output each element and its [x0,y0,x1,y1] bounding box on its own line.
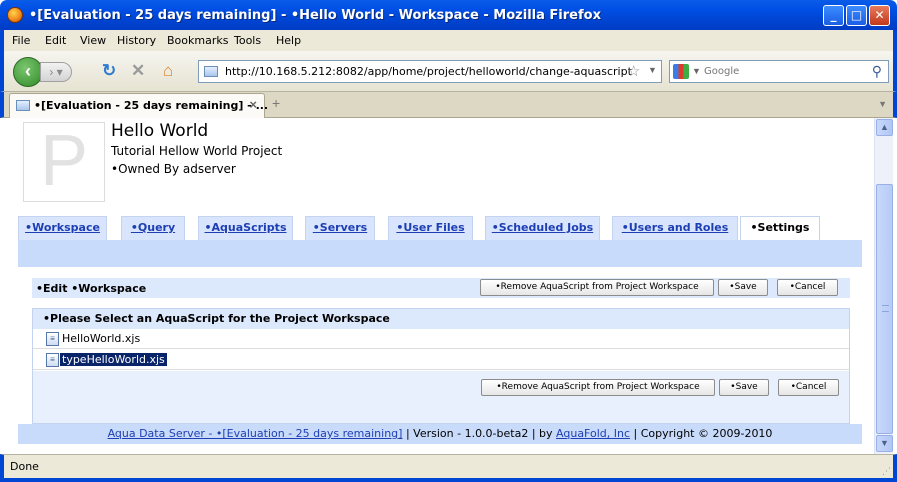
page-footer: Aqua Data Server - •[Evaluation - 25 day… [18,424,862,444]
edit-row: •Edit •Workspace •Remove AquaScript from… [32,278,850,298]
tab-settings[interactable]: •Settings [740,216,820,240]
tab-users-and-roles[interactable]: •Users and Roles [612,216,738,240]
menu-bar: File Edit View History Bookmarks Tools H… [0,30,897,51]
menu-help[interactable]: Help [276,34,301,47]
menu-tools[interactable]: Tools [234,34,261,47]
navigation-toolbar: ‹ › ▾ ↻ ✕ ⌂ http://10.168.5.212:8082/app… [0,51,897,92]
file-name[interactable]: HelloWorld.xjs [60,332,142,345]
back-icon[interactable]: ‹ [13,57,43,87]
stop-icon[interactable]: ✕ [131,61,145,81]
list-item[interactable]: ≡ typeHelloWorld.xjs [33,350,849,370]
page-icon [204,66,218,77]
project-owner: •Owned By adserver [111,162,236,176]
menu-edit[interactable]: Edit [45,34,66,47]
remove-aquascript-button[interactable]: •Remove AquaScript from Project Workspac… [480,279,714,296]
menu-bookmarks[interactable]: Bookmarks [167,34,228,47]
app-tabs: •Workspace •Query •AquaScripts •Servers … [18,216,862,240]
scroll-grip-icon [882,305,889,312]
tab-scheduled-jobs[interactable]: •Scheduled Jobs [485,216,600,240]
menu-file[interactable]: File [12,34,30,47]
page-content: P Hello World Tutorial Hellow World Proj… [4,118,874,454]
project-logo: P [23,121,105,202]
tab-close-icon[interactable]: × [249,97,257,112]
status-text: Done [10,460,39,473]
list-item[interactable]: ≡ HelloWorld.xjs [33,329,849,349]
file-name-selected[interactable]: typeHelloWorld.xjs [60,353,167,366]
cancel-button-bottom[interactable]: •Cancel [778,379,839,396]
search-bar[interactable]: ▼ ⚲ [669,60,889,83]
search-engine-dropdown-icon[interactable]: ▼ [692,66,701,76]
tab-list-icon[interactable]: ▼ [878,99,887,109]
remove-aquascript-button-bottom[interactable]: •Remove AquaScript from Project Workspac… [481,379,715,396]
cancel-button[interactable]: •Cancel [777,279,838,296]
project-description: Tutorial Hellow World Project [111,144,283,158]
search-icon[interactable]: ⚲ [872,63,882,80]
server-link[interactable]: Aqua Data Server - •[Evaluation - 25 day… [108,427,403,440]
bookmark-star-icon[interactable]: ☆ [627,62,640,80]
tab-workspace[interactable]: •Workspace [18,216,107,240]
scroll-down-icon[interactable]: ▼ [876,435,893,452]
browser-tab-strip: •[Evaluation - 25 days remaining] - ... … [0,92,897,118]
firefox-icon [7,7,23,23]
list-header: •Please Select an AquaScript for the Pro… [33,309,849,329]
script-file-icon: ≡ [46,332,59,346]
company-link[interactable]: AquaFold, Inc [556,427,630,440]
tab-query[interactable]: •Query [121,216,185,240]
save-button[interactable]: •Save [718,279,768,296]
project-logo-letter: P [40,121,89,201]
list-footer: •Remove AquaScript from Project Workspac… [33,371,849,423]
tab-aquascripts[interactable]: •AquaScripts [198,216,293,240]
menu-view[interactable]: View [80,34,106,47]
minimize-button[interactable]: _ [823,5,844,26]
maximize-button[interactable]: □ [846,5,867,26]
home-icon[interactable]: ⌂ [163,61,173,81]
new-tab-icon[interactable]: + [272,95,280,111]
scroll-up-icon[interactable]: ▲ [876,119,893,136]
aquascript-list: •Please Select an AquaScript for the Pro… [32,308,850,424]
edit-workspace-label: •Edit •Workspace [36,282,147,295]
script-file-icon: ≡ [46,353,59,367]
vertical-scrollbar[interactable]: ▲ ▼ [874,118,893,454]
tab-user-files[interactable]: •User Files [388,216,473,240]
search-input[interactable] [704,63,854,80]
copyright-text: | Copyright © 2009-2010 [633,427,773,440]
tab-servers[interactable]: •Servers [305,216,375,240]
browser-tab[interactable]: •[Evaluation - 25 days remaining] - ... … [9,93,269,118]
close-button[interactable]: ✕ [869,5,890,26]
save-button-bottom[interactable]: •Save [719,379,769,396]
tab-content-band [18,240,862,267]
url-text[interactable]: http://10.168.5.212:8082/app/home/projec… [225,65,632,78]
resize-grip-icon[interactable]: ⋰ [882,467,891,477]
window-titlebar[interactable]: •[Evaluation - 25 days remaining] - •Hel… [0,0,897,30]
window-title: •[Evaluation - 25 days remaining] - •Hel… [29,8,601,23]
tab-page-icon [16,100,30,111]
search-engine-icon[interactable] [673,64,689,79]
reload-icon[interactable]: ↻ [102,61,116,81]
version-text: | Version - 1.0.0-beta2 | by [405,427,553,440]
url-dropdown-icon[interactable]: ▼ [648,65,657,75]
project-title: Hello World [111,121,209,141]
scroll-thumb[interactable] [876,184,893,434]
browser-tab-label: •[Evaluation - 25 days remaining] - ... [34,99,269,112]
status-bar: Done ⋰ [0,454,897,482]
menu-history[interactable]: History [117,34,156,47]
url-bar[interactable]: http://10.168.5.212:8082/app/home/projec… [198,60,662,83]
forward-icon[interactable]: › ▾ [40,62,72,82]
